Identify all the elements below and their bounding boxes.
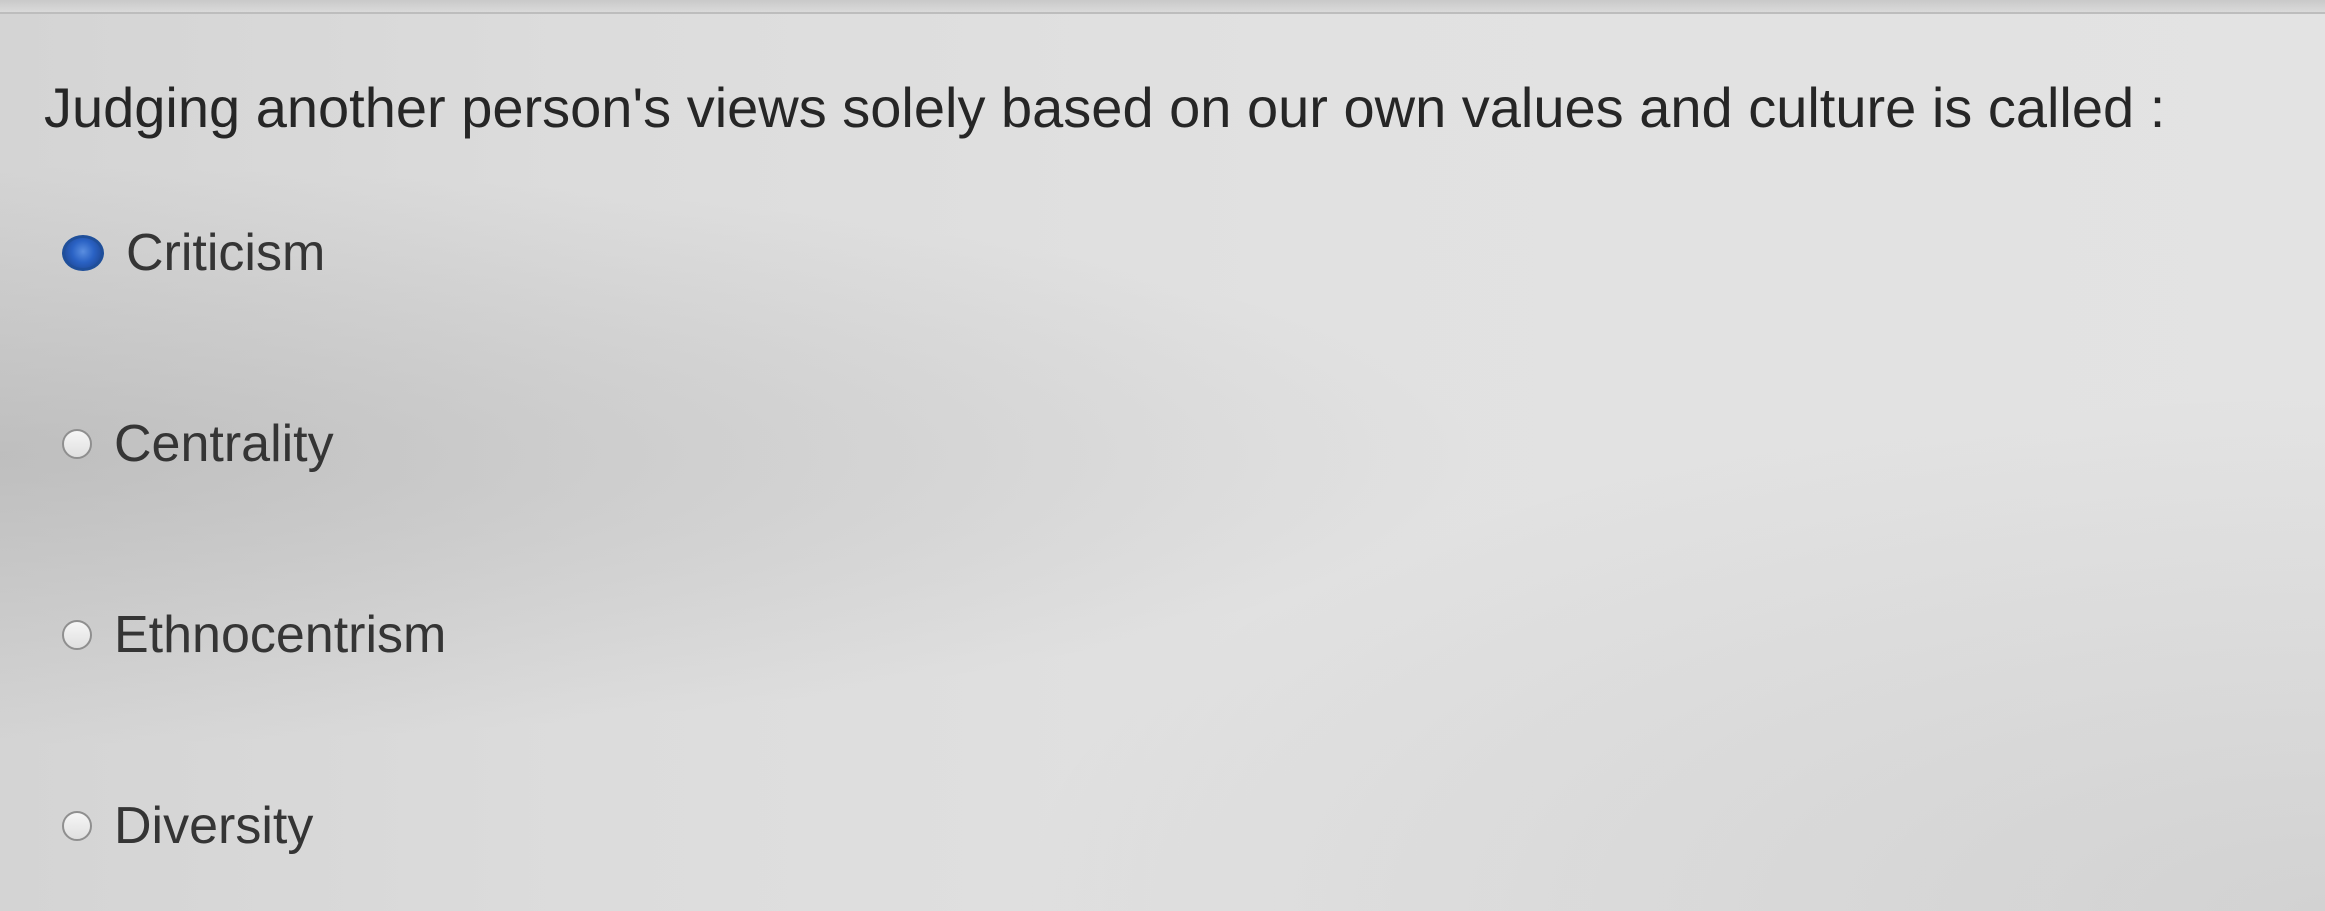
- answer-options: Criticism Centrality Ethnocentrism Diver…: [62, 218, 1062, 861]
- option-label: Criticism: [126, 224, 326, 282]
- option-label: Centrality: [114, 415, 334, 473]
- option-criticism[interactable]: Criticism: [62, 218, 1062, 288]
- option-ethnocentrism[interactable]: Ethnocentrism: [62, 600, 1062, 670]
- radio-unselected-icon[interactable]: [62, 620, 92, 650]
- radio-unselected-icon[interactable]: [62, 811, 92, 841]
- option-label: Diversity: [114, 797, 314, 855]
- option-diversity[interactable]: Diversity: [62, 791, 1062, 861]
- option-label: Ethnocentrism: [114, 606, 447, 664]
- radio-selected-icon[interactable]: [62, 235, 104, 271]
- radio-unselected-icon[interactable]: [62, 429, 92, 459]
- top-divider: [0, 0, 2325, 14]
- option-centrality[interactable]: Centrality: [62, 409, 1062, 479]
- question-text: Judging another person's views solely ba…: [44, 76, 2166, 139]
